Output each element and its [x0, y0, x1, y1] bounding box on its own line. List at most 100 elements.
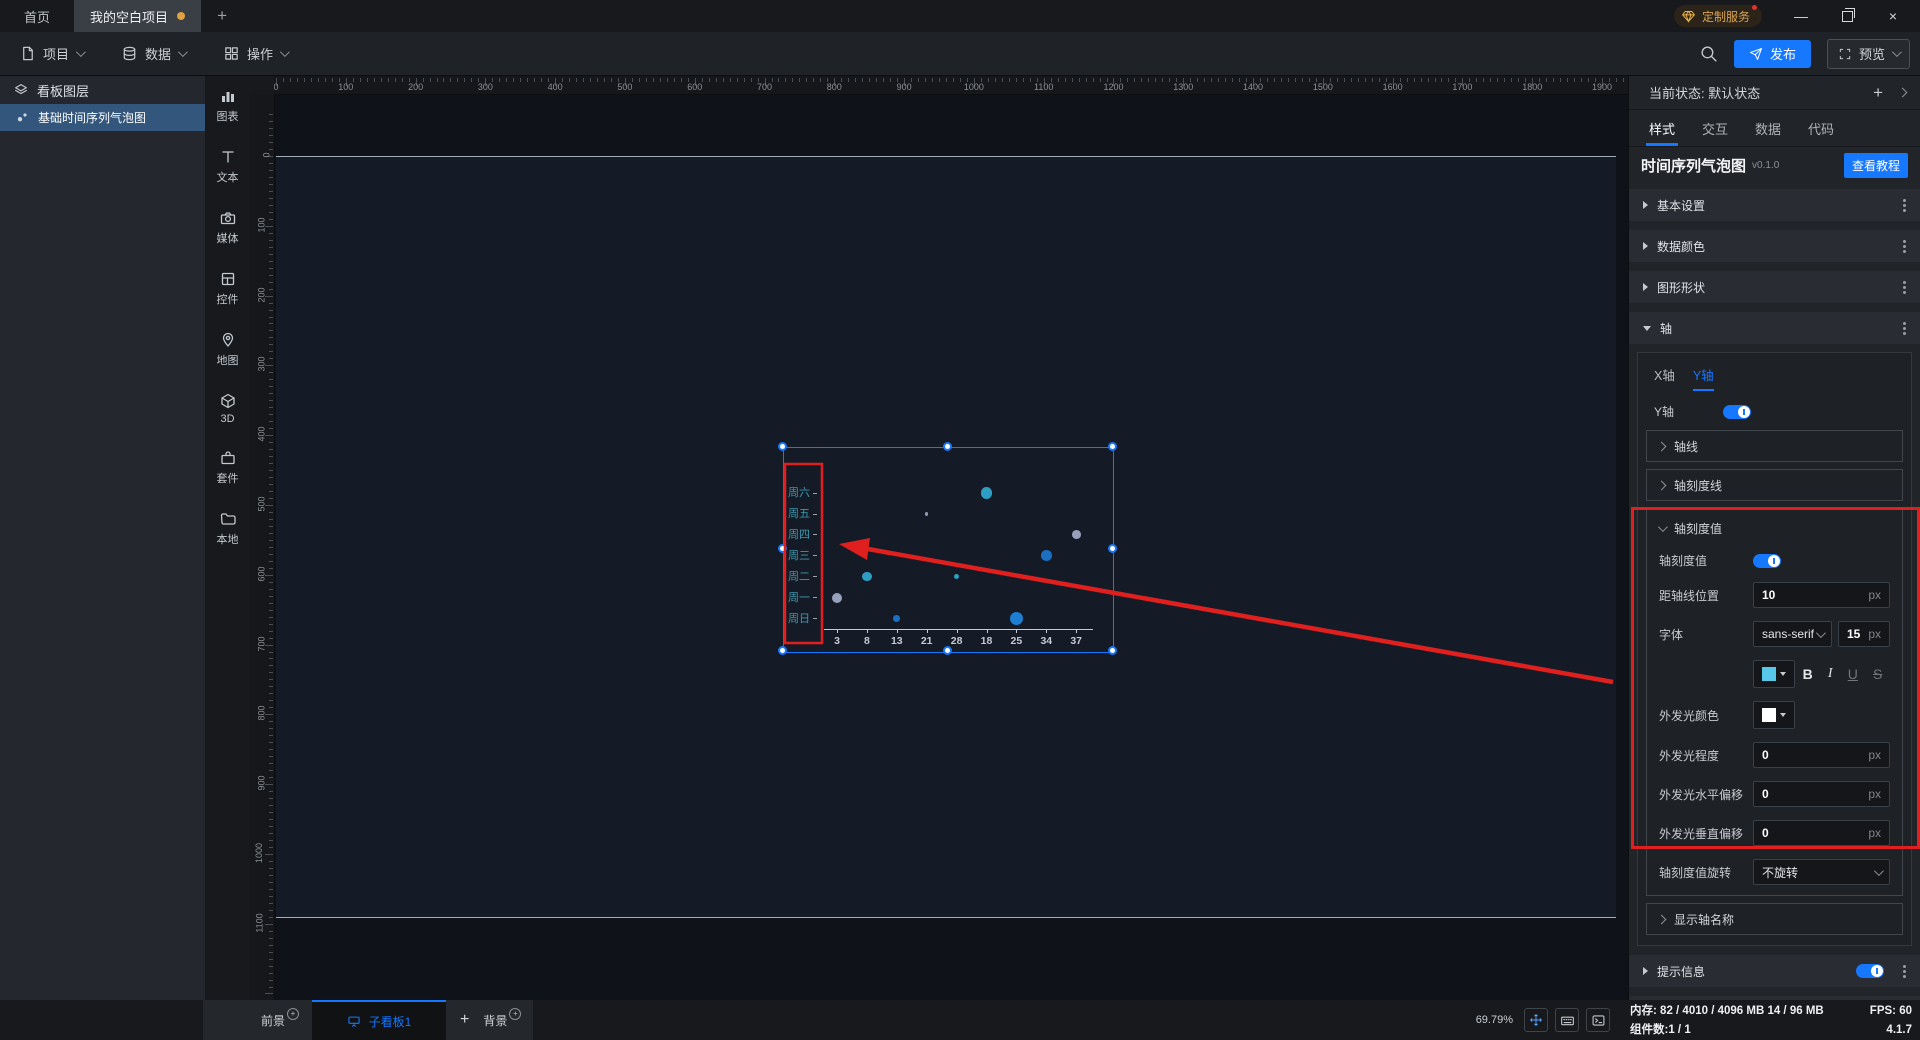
selection-handle-sw[interactable] — [778, 646, 787, 655]
close-button[interactable]: × — [1872, 0, 1914, 32]
ruler-tick — [269, 588, 273, 590]
section-basic-settings[interactable]: 基本设置 — [1629, 189, 1920, 221]
ruler-tick — [1294, 78, 1296, 82]
background-button[interactable]: 背景 + — [483, 1007, 522, 1029]
tab-y-axis[interactable]: Y轴 — [1692, 365, 1714, 391]
selection-handle-se[interactable] — [1108, 646, 1117, 655]
tutorial-button[interactable]: 查看教程 — [1843, 153, 1908, 178]
custom-service-badge[interactable]: 定制服务 — [1673, 4, 1762, 27]
glow-h-offset-input[interactable]: 0 px — [1753, 781, 1890, 807]
strip-item-3d[interactable]: 3D — [219, 392, 237, 425]
chart-icon — [221, 92, 234, 102]
selection-handle-nw[interactable] — [778, 442, 787, 451]
selection-handle-ne[interactable] — [1108, 442, 1117, 451]
section-data-colors[interactable]: 数据颜色 — [1629, 230, 1920, 262]
strip-item-kits[interactable]: 套件 — [217, 449, 239, 486]
menu-actions[interactable]: 操作 — [204, 44, 306, 63]
toggle-knob — [1738, 405, 1751, 418]
kebab-menu-icon[interactable] — [1903, 244, 1906, 248]
italic-button[interactable]: I — [1828, 666, 1833, 682]
menu-data[interactable]: 数据 — [102, 44, 204, 63]
kebab-menu-icon[interactable] — [1903, 969, 1906, 973]
font-color-picker[interactable] — [1753, 660, 1795, 688]
ruler-tick — [401, 78, 403, 82]
layer-item-bubble-chart[interactable]: 基础时间序列气泡图 — [0, 104, 205, 131]
ruler-tick — [269, 742, 273, 744]
preview-button[interactable]: 预览 — [1826, 38, 1910, 69]
project-tab[interactable]: 我的空白项目 — [74, 0, 202, 32]
ruler-label: 400 — [256, 426, 267, 442]
home-tab[interactable]: 首页 — [0, 0, 74, 32]
search-icon[interactable] — [1699, 44, 1718, 63]
strip-item-map[interactable]: 地图 — [217, 331, 239, 368]
layers-header: 看板图层 — [0, 76, 205, 104]
fit-view-button[interactable] — [1524, 1008, 1548, 1032]
y-axis-toggle[interactable] — [1723, 404, 1752, 419]
tick-value-header[interactable]: 轴刻度值 — [1647, 511, 1902, 539]
console-button[interactable] — [1586, 1008, 1610, 1032]
selection-handle-w[interactable] — [778, 544, 787, 553]
publish-button[interactable]: 发布 — [1733, 39, 1811, 68]
show-axis-name-collapse[interactable]: 显示轴名称 — [1646, 903, 1903, 935]
subboard-tab[interactable]: 子看板1 — [312, 1000, 447, 1040]
axis-line-collapse[interactable]: 轴线 — [1646, 430, 1903, 462]
chart-y-label: 周二 — [784, 570, 817, 584]
axis-tick-line-collapse[interactable]: 轴刻度线 — [1646, 469, 1903, 501]
bubble-chart-component[interactable]: 周六 周五 周四 周三 周二 周一 周日 3 8 13 21 28 18 25 34 37 — [783, 447, 1114, 653]
ruler-tick — [1567, 78, 1569, 82]
ruler-tick — [729, 78, 731, 82]
selection-handle-e[interactable] — [1108, 544, 1117, 553]
add-board-button[interactable]: + — [460, 1011, 469, 1029]
kebab-menu-icon[interactable] — [1903, 326, 1906, 330]
strikethrough-button[interactable]: S — [1873, 666, 1882, 682]
foreground-button[interactable]: 前景 + — [261, 1007, 300, 1029]
ruler-tick — [1420, 78, 1422, 82]
tab-code[interactable]: 代码 — [1808, 110, 1834, 146]
glow-amount-input[interactable]: 0 px — [1753, 742, 1890, 768]
section-axis[interactable]: 轴 — [1629, 312, 1920, 344]
kebab-menu-icon[interactable] — [1903, 285, 1906, 289]
chevron-right-icon[interactable] — [1897, 87, 1908, 98]
bold-button[interactable]: B — [1803, 666, 1813, 682]
strip-item-media[interactable]: 媒体 — [217, 209, 239, 246]
font-family-select[interactable]: sans-serif — [1753, 621, 1832, 647]
menu-project[interactable]: 项目 — [0, 44, 102, 63]
minimize-button[interactable]: — — [1780, 0, 1822, 32]
rotate-select[interactable]: 不旋转 — [1753, 859, 1890, 885]
selection-handle-n[interactable] — [943, 442, 952, 451]
strip-item-widgets[interactable]: 控件 — [217, 270, 239, 307]
new-tab-button[interactable]: + — [201, 0, 243, 32]
caret-right-icon — [1643, 283, 1648, 291]
selection-handle-s[interactable] — [943, 646, 952, 655]
section-shape[interactable]: 图形形状 — [1629, 271, 1920, 303]
strip-item-local[interactable]: 本地 — [217, 510, 239, 547]
glow-color-picker[interactable] — [1753, 701, 1795, 729]
tick-value-toggle[interactable] — [1753, 553, 1781, 568]
underline-button[interactable]: U — [1848, 666, 1858, 682]
ruler-tick — [269, 693, 273, 695]
ruler-tick — [269, 351, 273, 353]
tab-x-axis[interactable]: X轴 — [1654, 365, 1675, 391]
canvas[interactable]: 0 100 200 300 400 500 600 700 800 900 1000 1100 1200… — [250, 76, 1628, 1000]
ruler-tick — [269, 616, 273, 618]
shortcut-keyboard-button[interactable] — [1555, 1008, 1579, 1032]
tab-style[interactable]: 样式 — [1645, 110, 1679, 146]
section-tooltip[interactable]: 提示信息 — [1629, 955, 1920, 987]
kebab-menu-icon[interactable] — [1903, 203, 1906, 207]
ruler-tick — [269, 825, 273, 827]
add-background-icon[interactable]: + — [509, 1007, 522, 1020]
offset-input[interactable]: 10 px — [1753, 582, 1890, 608]
tab-interaction[interactable]: 交互 — [1702, 110, 1728, 146]
strip-item-charts[interactable]: 图表 — [217, 87, 239, 124]
glow-v-offset-input[interactable]: 0 px — [1753, 820, 1890, 846]
zoom-level[interactable]: 69.79% — [1476, 1014, 1513, 1026]
font-size-input[interactable]: 15 px — [1838, 621, 1890, 647]
add-state-button[interactable]: + — [1873, 83, 1883, 103]
restore-button[interactable] — [1826, 0, 1868, 32]
chart-bubble — [832, 592, 842, 603]
tab-data[interactable]: 数据 — [1755, 110, 1781, 146]
tooltip-toggle[interactable] — [1856, 964, 1884, 978]
y-axis-toggle-row: Y轴 — [1638, 403, 1911, 420]
strip-item-text[interactable]: 文本 — [217, 148, 239, 185]
add-foreground-icon[interactable]: + — [287, 1007, 300, 1020]
